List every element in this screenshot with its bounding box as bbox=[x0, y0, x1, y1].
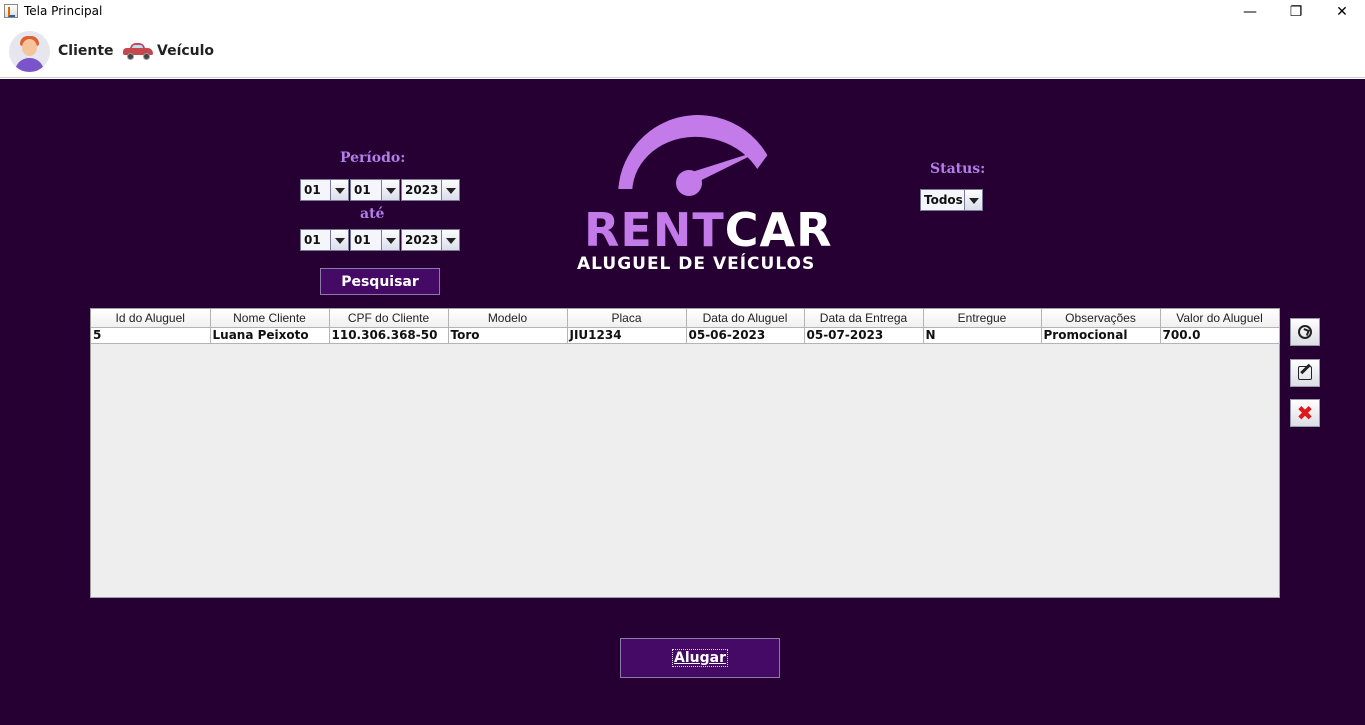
table-cell[interactable]: 110.306.368-50 bbox=[329, 327, 449, 344]
column-header[interactable]: Data do Aluguel bbox=[686, 309, 805, 328]
column-header[interactable]: Entregue bbox=[923, 309, 1042, 328]
client-avatar-icon bbox=[9, 30, 50, 72]
status-label: Status: bbox=[930, 161, 986, 177]
refresh-icon bbox=[1298, 325, 1312, 339]
column-header[interactable]: Placa bbox=[567, 309, 687, 328]
table-cell[interactable]: 05-06-2023 bbox=[686, 327, 805, 344]
to-year-select[interactable]: 2023 bbox=[401, 229, 460, 251]
table-cell[interactable]: Luana Peixoto bbox=[210, 327, 330, 344]
chevron-down-icon bbox=[381, 230, 399, 250]
from-day-select[interactable]: 01 bbox=[300, 179, 349, 201]
window-title: Tela Principal bbox=[24, 4, 103, 18]
chevron-down-icon bbox=[330, 230, 348, 250]
column-header[interactable]: Observações bbox=[1041, 309, 1161, 328]
table-cell[interactable]: Promocional bbox=[1041, 327, 1161, 344]
chevron-down-icon bbox=[330, 180, 348, 200]
alugar-label: Alugar bbox=[672, 649, 728, 667]
column-header[interactable]: Valor do Aluguel bbox=[1160, 309, 1280, 328]
minimize-icon: — bbox=[1243, 4, 1257, 20]
close-button[interactable]: ✕ bbox=[1319, 0, 1365, 24]
menu-veiculo[interactable]: Veículo bbox=[123, 24, 214, 78]
table-cell[interactable]: 5 bbox=[91, 327, 211, 344]
table-cell[interactable]: 700.0 bbox=[1160, 327, 1280, 344]
menu-bar: Cliente Veículo bbox=[0, 24, 1365, 78]
pesquisar-button[interactable]: Pesquisar bbox=[320, 268, 440, 295]
periodo-label: Período: bbox=[340, 150, 406, 166]
column-header[interactable]: Data da Entrega bbox=[804, 309, 924, 328]
menu-cliente-label: Cliente bbox=[58, 43, 114, 59]
restore-icon: ❐ bbox=[1289, 4, 1303, 20]
rentals-table[interactable]: Id do Aluguel Nome Cliente CPF do Client… bbox=[90, 308, 1280, 598]
minimize-button[interactable]: — bbox=[1227, 0, 1273, 24]
delete-icon: ✖ bbox=[1296, 401, 1314, 425]
column-header[interactable]: Id do Aluguel bbox=[91, 309, 211, 328]
window-titlebar: Tela Principal — ❐ ✕ bbox=[0, 0, 1365, 24]
column-header[interactable]: Nome Cliente bbox=[210, 309, 330, 328]
column-header[interactable]: Modelo bbox=[448, 309, 568, 328]
refresh-button[interactable] bbox=[1290, 318, 1320, 346]
logo-subtitle: ALUGUEL DE VEÍCULOS bbox=[577, 254, 816, 274]
chevron-down-icon bbox=[441, 180, 459, 200]
table-cell[interactable]: JIU1234 bbox=[567, 327, 687, 344]
delete-button[interactable]: ✖ bbox=[1290, 399, 1320, 427]
to-month-select[interactable]: 01 bbox=[350, 229, 400, 251]
table-row[interactable]: 5 Luana Peixoto 110.306.368-50 Toro JIU1… bbox=[91, 327, 1280, 344]
chevron-down-icon bbox=[964, 190, 982, 210]
column-header[interactable]: CPF do Cliente bbox=[329, 309, 449, 328]
from-year-select[interactable]: 2023 bbox=[401, 179, 460, 201]
ate-label: até bbox=[360, 206, 385, 222]
status-select[interactable]: Todos bbox=[920, 189, 983, 211]
main-panel: Período: 01 01 2023 até 01 01 2023 Pesqu… bbox=[0, 79, 1365, 725]
car-icon bbox=[123, 43, 153, 60]
table-cell[interactable]: Toro bbox=[448, 327, 568, 344]
edit-icon bbox=[1298, 366, 1312, 380]
alugar-button[interactable]: Alugar bbox=[620, 638, 780, 678]
java-app-icon bbox=[4, 4, 18, 18]
close-icon: ✕ bbox=[1336, 4, 1348, 20]
chevron-down-icon bbox=[381, 180, 399, 200]
table-cell[interactable]: 05-07-2023 bbox=[804, 327, 924, 344]
chevron-down-icon bbox=[441, 230, 459, 250]
edit-button[interactable] bbox=[1290, 359, 1320, 387]
menu-cliente[interactable]: Cliente bbox=[9, 24, 114, 78]
menu-veiculo-label: Veículo bbox=[157, 43, 215, 59]
from-month-select[interactable]: 01 bbox=[350, 179, 400, 201]
logo-wordmark: RENTCAR bbox=[584, 203, 833, 257]
restore-button[interactable]: ❐ bbox=[1273, 0, 1319, 24]
to-day-select[interactable]: 01 bbox=[300, 229, 349, 251]
table-header-row: Id do Aluguel Nome Cliente CPF do Client… bbox=[91, 309, 1280, 328]
table-cell[interactable]: N bbox=[923, 327, 1042, 344]
